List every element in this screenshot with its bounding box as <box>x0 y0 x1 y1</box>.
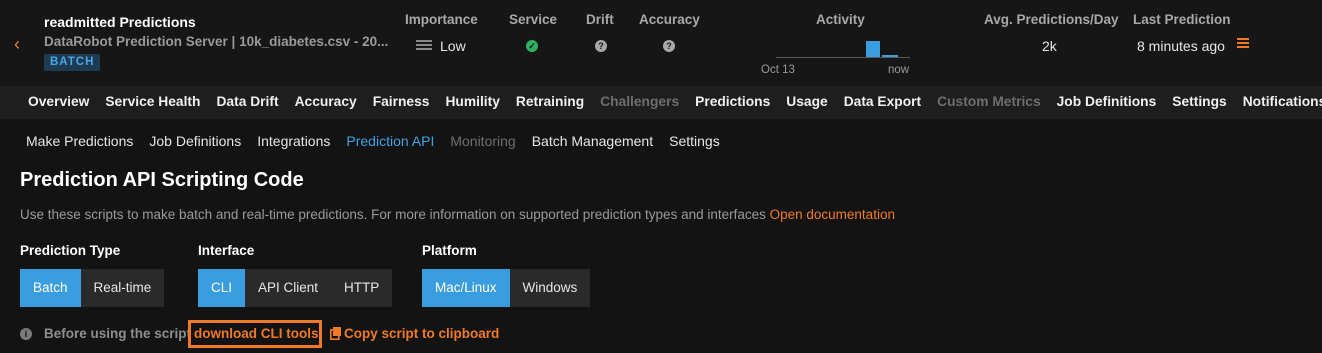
interface-label: Interface <box>198 243 255 258</box>
activity-start-tick: Oct 13 <box>761 64 795 76</box>
interface-api-client-button[interactable]: API Client <box>245 269 331 307</box>
back-arrow-icon[interactable]: ‹ <box>14 34 30 54</box>
page-description: Use these scripts to make batch and real… <box>20 207 895 222</box>
tab-humility[interactable]: Humility <box>437 86 507 119</box>
tab-job-definitions[interactable]: Job Definitions <box>1049 86 1165 119</box>
tab-overview[interactable]: Overview <box>20 86 97 119</box>
batch-badge: BATCH <box>44 54 101 71</box>
prediction-type-batch-button[interactable]: Batch <box>20 269 81 307</box>
activity-bar <box>866 41 880 57</box>
prediction-type-toggle: Batch Real-time <box>20 269 165 307</box>
subnav-make-predictions[interactable]: Make Predictions <box>18 132 141 150</box>
interface-http-button[interactable]: HTTP <box>331 269 392 307</box>
subnav-integrations[interactable]: Integrations <box>249 132 338 150</box>
script-info-row: i Before using the script download CLI t… <box>20 320 620 348</box>
subnav-job-definitions[interactable]: Job Definitions <box>141 132 249 150</box>
deployment-tabs: Overview Service Health Data Drift Accur… <box>0 86 1322 119</box>
open-documentation-link[interactable]: Open documentation <box>770 207 895 222</box>
importance-icon <box>416 40 432 52</box>
tab-challengers: Challengers <box>600 94 680 109</box>
last-prediction-value: 8 minutes ago <box>1137 38 1225 54</box>
hamburger-menu-icon[interactable] <box>1237 38 1249 50</box>
subnav-batch-management[interactable]: Batch Management <box>524 132 661 150</box>
avg-predictions-label: Avg. Predictions/Day <box>984 12 1119 27</box>
subnav-prediction-api[interactable]: Prediction API <box>338 132 442 150</box>
tab-accuracy[interactable]: Accuracy <box>287 86 365 119</box>
activity-axis <box>776 57 910 58</box>
copy-icon[interactable] <box>330 327 342 340</box>
activity-end-tick: now <box>888 64 910 76</box>
subnav-settings[interactable]: Settings <box>661 132 728 150</box>
tab-data-drift[interactable]: Data Drift <box>208 86 286 119</box>
drift-status-icon[interactable]: ? <box>595 40 607 52</box>
tab-custom-metrics: Custom Metrics <box>937 94 1041 109</box>
page-title: Prediction API Scripting Code <box>20 169 304 191</box>
accuracy-label: Accuracy <box>639 12 700 27</box>
activity-bar-now <box>882 55 898 57</box>
platform-windows-button[interactable]: Windows <box>510 269 591 307</box>
tab-service-health[interactable]: Service Health <box>97 86 208 119</box>
activity-sparkline[interactable] <box>776 36 910 66</box>
predictions-subnav: Make Predictions Job Definitions Integra… <box>18 132 728 150</box>
tab-notifications[interactable]: Notifications <box>1235 86 1322 119</box>
download-cli-tools-link[interactable]: download CLI tools <box>194 326 319 341</box>
platform-toggle: Mac/Linux Windows <box>422 269 591 307</box>
drift-label: Drift <box>586 12 614 27</box>
tab-data-export[interactable]: Data Export <box>836 86 929 119</box>
accuracy-status-icon[interactable]: ? <box>663 40 675 52</box>
deployment-name: readmitted Predictions <box>44 14 196 30</box>
service-status-icon[interactable]: ✓ <box>526 40 538 52</box>
avg-predictions-value: 2k <box>1042 38 1057 54</box>
activity-label: Activity <box>816 12 865 27</box>
tab-fairness[interactable]: Fairness <box>365 86 438 119</box>
info-icon: i <box>20 328 32 340</box>
prediction-type-realtime-button[interactable]: Real-time <box>81 269 165 307</box>
tab-usage[interactable]: Usage <box>778 86 835 119</box>
platform-label: Platform <box>422 243 477 258</box>
interface-cli-button[interactable]: CLI <box>198 269 246 307</box>
prediction-type-label: Prediction Type <box>20 243 121 258</box>
subnav-monitoring: Monitoring <box>450 133 516 149</box>
service-label: Service <box>509 12 558 27</box>
last-prediction-label: Last Prediction <box>1133 12 1231 27</box>
tab-predictions[interactable]: Predictions <box>687 86 778 119</box>
tab-retraining[interactable]: Retraining <box>508 86 592 119</box>
copy-script-link[interactable]: Copy script to clipboard <box>344 326 499 341</box>
info-text: Before using the script <box>44 326 192 341</box>
description-text: Use these scripts to make batch and real… <box>20 207 770 222</box>
deployment-subtitle: DataRobot Prediction Server | 10k_diabet… <box>44 34 389 49</box>
deployment-header: ‹ readmitted Predictions DataRobot Predi… <box>0 0 1322 86</box>
interface-toggle: CLI API Client HTTP <box>198 269 393 307</box>
importance-label: Importance <box>405 12 478 27</box>
platform-mac-linux-button[interactable]: Mac/Linux <box>422 269 510 307</box>
tab-settings[interactable]: Settings <box>1164 86 1234 119</box>
importance-value: Low <box>440 38 466 54</box>
